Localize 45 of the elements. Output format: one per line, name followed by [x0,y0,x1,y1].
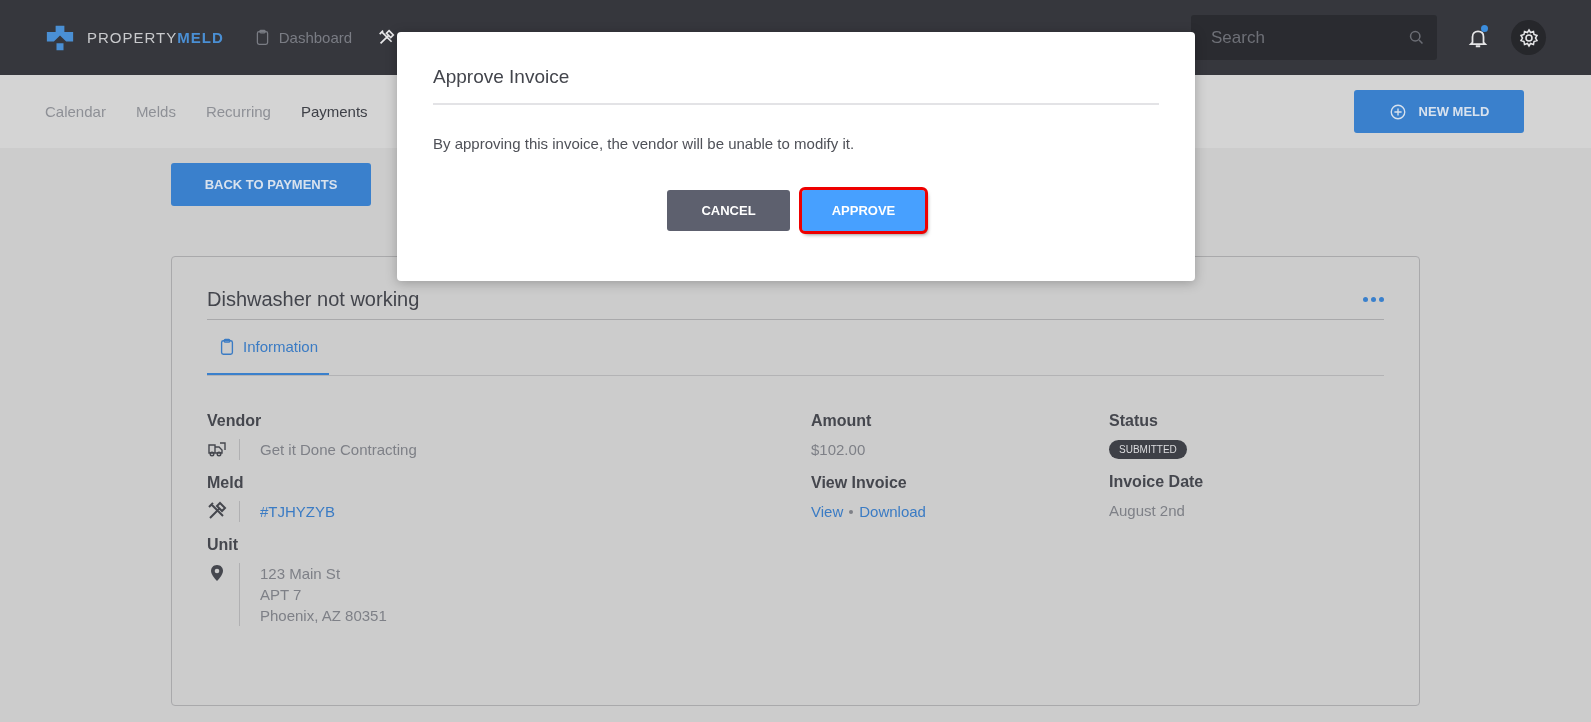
dialog-message: By approving this invoice, the vendor will be unable to modify it. [433,134,856,152]
settings-icon [1518,27,1539,48]
field-value: August 2nd [1109,501,1185,521]
logo-text: MELD [177,29,224,46]
search-field[interactable]: Search [1191,15,1437,60]
more-options-icon[interactable] [1363,296,1384,302]
tools-icon [207,501,227,521]
logo-text: PROPERTY [87,29,178,46]
sub-nav-tab[interactable]: Recurring [205,103,271,120]
search-icon [1408,29,1425,46]
truck-icon [207,439,227,459]
field-value: APT 7 [260,585,303,605]
field-label: Invoice Date [1109,473,1205,491]
status-badge: SUBMITTED [1109,440,1187,459]
sub-nav-tab[interactable]: Payments [300,103,368,120]
approve-button[interactable]: APPROVE [802,190,925,231]
invoice-title: Dishwasher not working [207,287,420,311]
information-tab[interactable]: Information [207,320,330,375]
nav-item[interactable]: Dashboard [253,29,353,46]
bullet-separator [849,509,854,514]
back-to-payments-button[interactable]: BACK TO PAYMENTS [171,163,371,206]
field-label: Meld [207,474,245,492]
field-label: Amount [811,412,873,430]
field-label: Unit [207,536,240,554]
field-value: Phoenix, AZ 80351 [260,606,387,626]
clipboard-icon [218,337,236,356]
field-value: Get it Done Contracting [260,440,417,460]
field-label: Vendor [207,412,263,430]
sub-nav-tab[interactable]: Melds [135,103,176,120]
notification-bell-icon[interactable] [1467,26,1489,49]
new-meld-button[interactable]: NEW MELD [1354,90,1524,133]
cancel-button[interactable]: CANCEL [667,190,790,231]
dialog-title: Approve Invoice [433,32,1159,105]
field-value: $102.00 [811,440,866,460]
field-label: View Invoice [811,474,908,492]
logo-icon [45,23,75,52]
field-label: Status [1109,412,1159,430]
settings-button[interactable] [1511,20,1546,55]
meld-link[interactable]: #TJHYZYB [260,503,335,520]
plus-icon [1388,102,1407,121]
sub-nav-tab[interactable]: Calendar [45,103,106,120]
invoice-link[interactable]: View [811,501,844,522]
invoice-link[interactable]: Download [859,501,926,522]
tools-icon [378,29,396,46]
field-value: 123 Main St [260,564,342,584]
